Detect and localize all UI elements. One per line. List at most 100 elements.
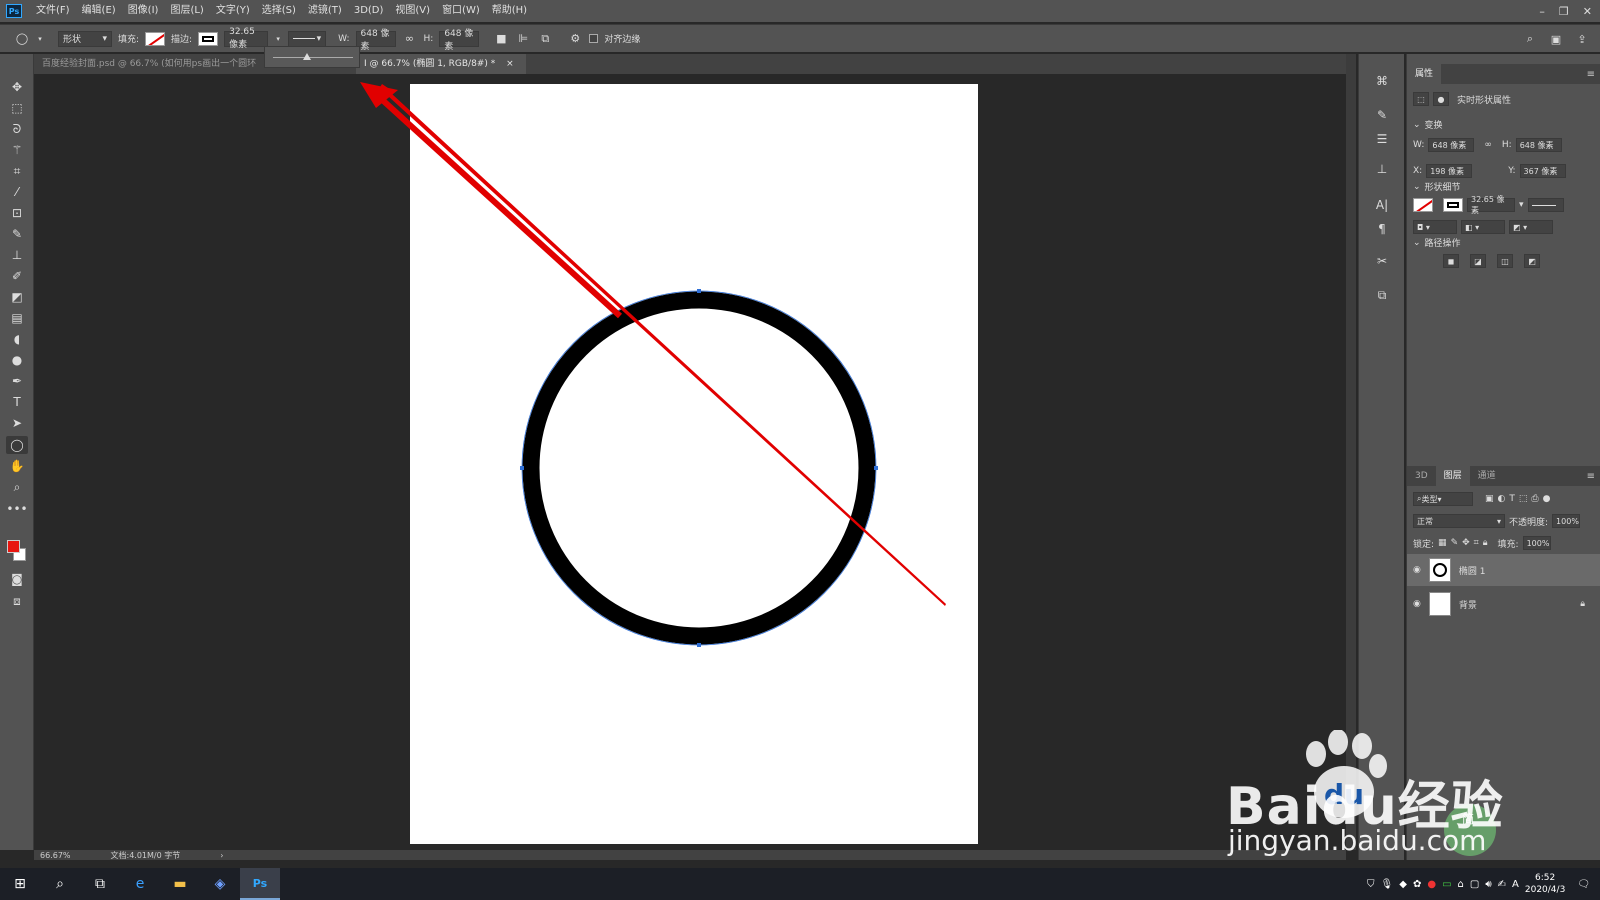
prop-x-input[interactable]: 198 像素 [1426,164,1473,178]
type-filter-icon[interactable]: T [1509,494,1515,504]
screen-mode-icon[interactable]: ⧈ [6,592,28,610]
windows-start-icon[interactable]: ⊞ [0,868,40,900]
height-input[interactable]: 648 像素 [439,29,480,52]
link-icon[interactable]: ∞ [1484,140,1492,150]
security-icon[interactable]: ◆ [1399,879,1407,890]
close-icon[interactable]: × [506,59,514,69]
task-view-icon[interactable]: ⧉ [80,868,120,900]
pen-tool-icon[interactable]: ✒ [6,372,28,390]
prop-width-input[interactable]: 648 像素 [1428,138,1475,152]
tab-drag-slider[interactable] [264,46,360,68]
crop-tool-icon[interactable]: ⌗ [6,162,28,180]
minimize-icon[interactable]: – [1539,5,1545,18]
tab-3d[interactable]: 3D [1407,466,1436,486]
clock[interactable]: 6:52 2020/4/3 [1525,872,1565,896]
prop-height-input[interactable]: 648 像素 [1515,138,1562,152]
filter-toggle-icon[interactable]: ● [1543,494,1551,504]
fill-input[interactable]: 100% [1522,536,1551,550]
mask-properties-icon[interactable]: ● [1433,92,1449,106]
marquee-tool-icon[interactable]: ⬚ [6,99,28,117]
share-icon[interactable]: ⇪ [1574,31,1590,47]
transform-section[interactable]: ⌄ 变换 [1413,118,1443,132]
menu-filter[interactable]: 滤镜(T) [302,0,348,22]
stroke-swatch[interactable] [198,31,219,46]
slider-thumb[interactable] [303,53,311,60]
chevron-down-icon[interactable]: ▾ [36,31,44,47]
fill-swatch[interactable] [145,31,166,46]
menu-window[interactable]: 窗口(W) [436,0,486,22]
adjustments-panel-icon[interactable]: ☰ [1373,130,1391,148]
path-ops-section[interactable]: ⌄ 路径操作 [1413,236,1461,250]
workspace-icon[interactable]: ▣ [1548,31,1564,47]
ellipse-shape[interactable] [410,84,978,844]
eraser-tool-icon[interactable]: ◩ [6,288,28,306]
stamp-tool-icon[interactable]: ⊥ [6,246,28,264]
stroke-align-select[interactable]: ◘ ▾ [1413,220,1457,234]
ime-indicator[interactable]: A [1512,879,1519,890]
browser-icon[interactable]: e [120,868,160,900]
prop-fill-swatch[interactable] [1413,198,1433,212]
layer-row-ellipse[interactable]: ◉ 椭圆 1 [1407,554,1600,586]
zoom-level[interactable]: 66.67% [40,851,71,860]
clone-source-panel-icon[interactable]: ⊥ [1373,160,1391,178]
patch-tool-icon[interactable]: ⊡ [6,204,28,222]
tab-properties[interactable]: 属性 [1407,64,1442,84]
layer-filter-select[interactable]: ⌕ 类型 ▾ [1413,492,1473,506]
status-expand-icon[interactable]: › [220,851,223,860]
prop-stroke-width-input[interactable]: 32.65 像素 [1467,195,1515,215]
record-icon[interactable]: ● [1427,879,1436,890]
adjustment-filter-icon[interactable]: ◐ [1498,494,1506,504]
prop-y-input[interactable]: 367 像素 [1519,164,1566,178]
stroke-type-select[interactable]: ▾ [288,30,327,47]
search-icon[interactable]: ⌕ [40,868,80,900]
menu-layer[interactable]: 图层(L) [164,0,209,22]
hand-tool-icon[interactable]: ✋ [6,457,28,475]
pen-icon[interactable]: ✍ [1498,879,1506,890]
menu-view[interactable]: 视图(V) [389,0,436,22]
restore-icon[interactable]: ❐ [1559,5,1569,18]
more-tools-icon[interactable]: ••• [6,500,28,518]
opacity-input[interactable]: 100% [1552,514,1581,528]
history-panel-icon[interactable]: ⌘ [1373,72,1391,90]
mic-icon[interactable]: 🎙︎ [1381,879,1394,890]
path-selection-tool-icon[interactable]: ➤ [6,414,28,432]
search-icon[interactable]: ⌕ [1522,31,1538,47]
battery-icon[interactable]: ▭ [1442,879,1451,890]
path-arrangement-icon[interactable]: ⧉ [537,31,553,47]
chevron-down-icon[interactable]: ▾ [274,31,282,47]
menu-3d[interactable]: 3D(D) [348,0,390,22]
history-brush-tool-icon[interactable]: ✐ [6,267,28,285]
brush-tool-icon[interactable]: ✎ [6,225,28,243]
lock-pixels-icon[interactable]: ✎ [1451,538,1459,548]
volume-icon[interactable]: 🔊︎ [1485,879,1491,890]
shape-details-section[interactable]: ⌄ 形状细节 [1413,180,1461,194]
smart-filter-icon[interactable]: ⎙ [1531,494,1538,504]
pixel-filter-icon[interactable]: ▣ [1485,494,1494,504]
character-panel-icon[interactable]: A| [1373,196,1391,214]
menu-image[interactable]: 图像(I) [122,0,165,22]
panel-menu-icon[interactable]: ≡ [1587,69,1595,80]
intersect-shapes-icon[interactable]: ◫ [1497,254,1513,268]
eye-icon[interactable]: ◉ [1413,565,1421,575]
shield-icon[interactable]: ⛉ [1367,879,1375,890]
menu-file[interactable]: 文件(F) [30,0,76,22]
lasso-tool-icon[interactable]: ᘐ [6,120,28,138]
align-edges-checkbox[interactable] [589,34,599,43]
app-tray-icon[interactable]: ✿ [1413,879,1421,890]
eye-icon[interactable]: ◉ [1413,599,1421,609]
stroke-corners-select[interactable]: ◩ ▾ [1509,220,1553,234]
stroke-caps-select[interactable]: ◧ ▾ [1461,220,1505,234]
ellipse-tool-icon[interactable]: ◯ [6,436,28,454]
type-tool-icon[interactable]: T [6,393,28,411]
lock-artboard-icon[interactable]: ⌗ [1474,538,1479,548]
dodge-tool-icon[interactable]: ● [6,351,28,369]
network-icon[interactable]: ⌂ [1458,879,1464,890]
zoom-tool-icon[interactable]: ⌕ [6,478,28,496]
move-tool-icon[interactable]: ✥ [6,78,28,96]
paragraph-panel-icon[interactable]: ¶ [1373,220,1391,238]
width-input[interactable]: 648 像素 [355,29,396,52]
gradient-tool-icon[interactable]: ▤ [6,309,28,327]
color-swatches[interactable] [7,540,27,562]
tool-mode-select[interactable]: 形状 ▾ [58,30,112,47]
tab-layers[interactable]: 图层 [1435,466,1470,486]
